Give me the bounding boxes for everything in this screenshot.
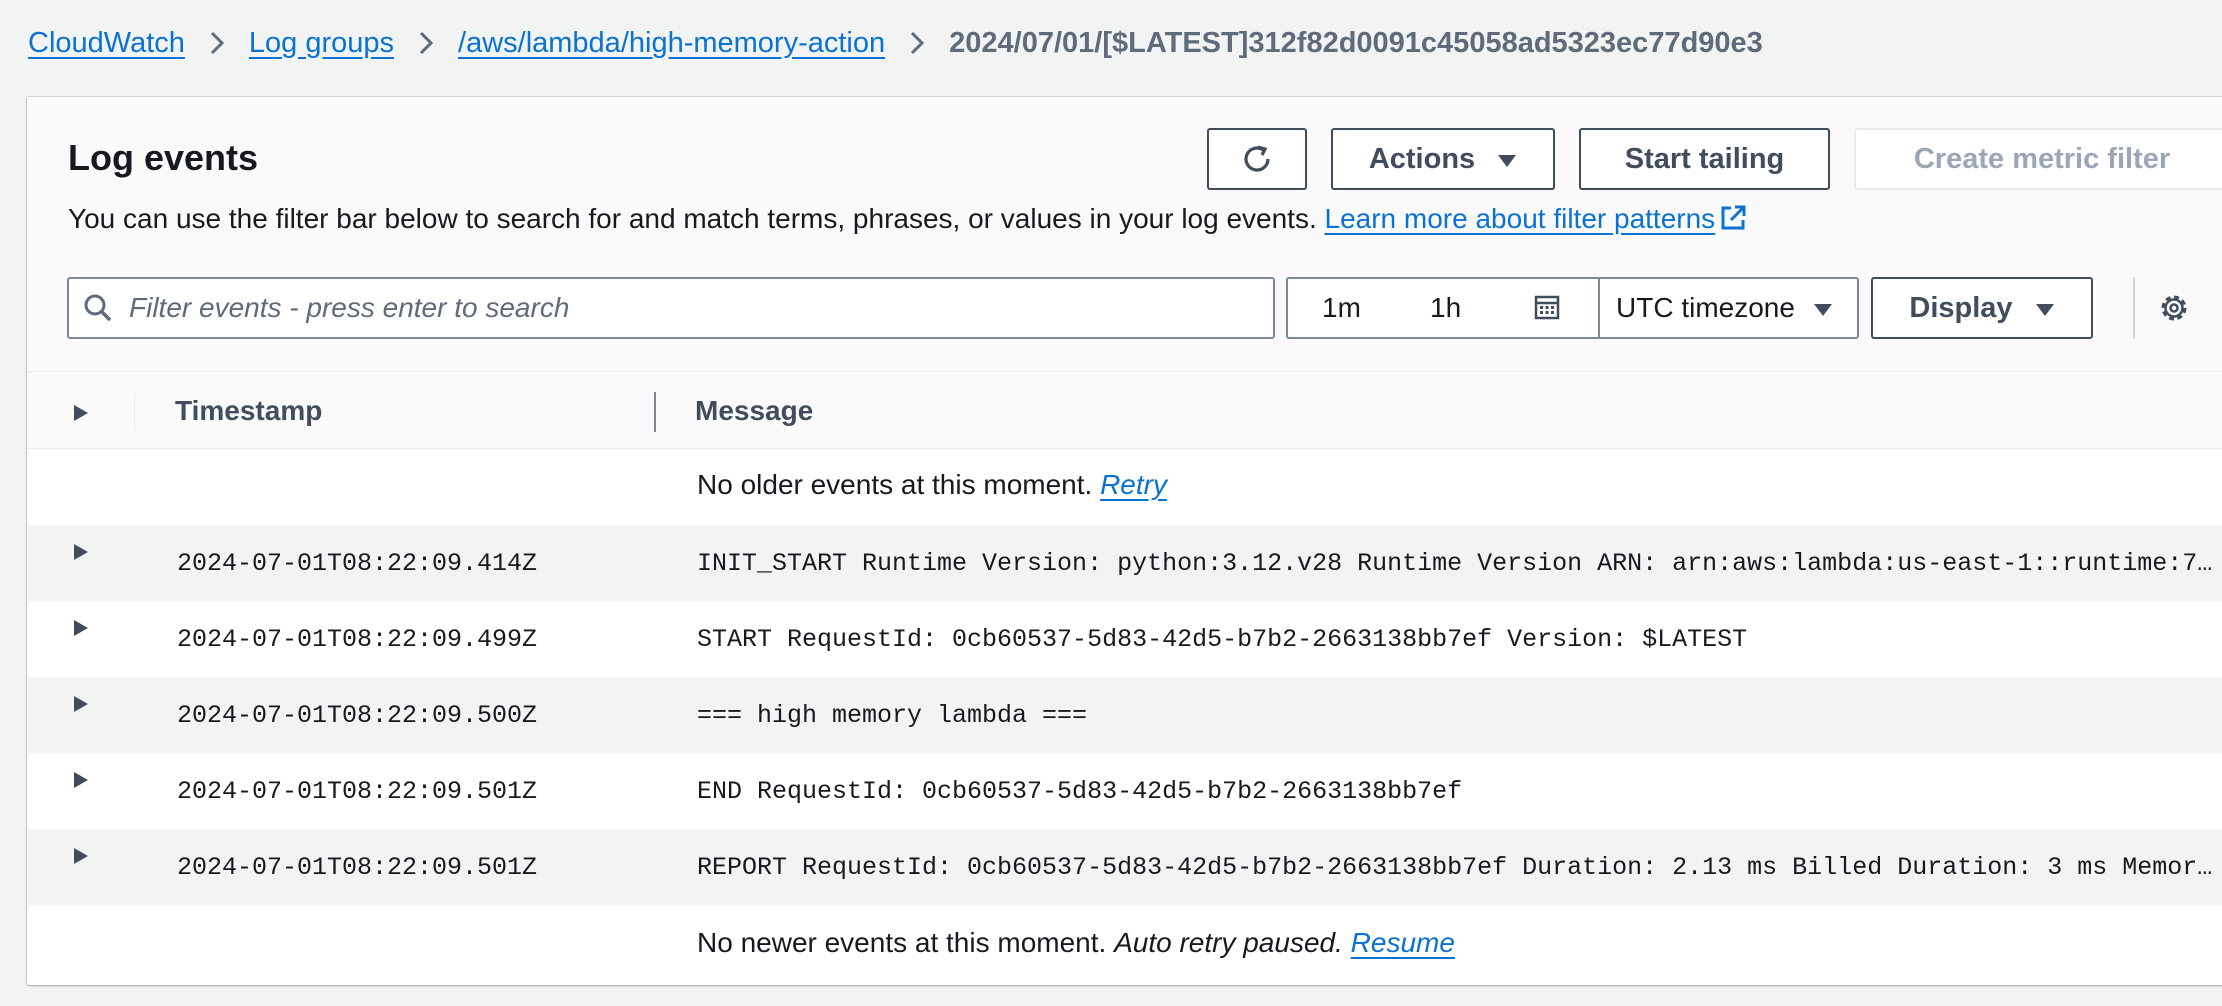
create-metric-filter-button: Create metric filter — [1854, 128, 2222, 190]
auto-retry-status: Auto retry paused. — [1114, 927, 1343, 958]
row-timestamp: 2024-07-01T08:22:09.499Z — [177, 625, 538, 654]
search-icon — [83, 293, 113, 323]
log-events-panel: Log events Actions Start tailing Create … — [27, 97, 2222, 985]
expand-row-icon[interactable] — [73, 695, 89, 713]
external-link-icon — [1719, 204, 1747, 239]
chevron-right-icon — [885, 30, 949, 56]
table-row[interactable]: 2024-07-01T08:22:09.499Z START RequestId… — [27, 601, 2222, 677]
table-row[interactable]: 2024-07-01T08:22:09.501Z REPORT RequestI… — [27, 829, 2222, 905]
search-input[interactable] — [127, 291, 1231, 325]
no-older-events-message: No older events at this moment. Retry — [697, 469, 1167, 501]
no-newer-events-row: No newer events at this moment. Auto ret… — [27, 907, 2222, 983]
caret-down-icon — [1497, 143, 1517, 176]
breadcrumb: CloudWatch Log groups /aws/lambda/high-m… — [28, 18, 1763, 68]
no-newer-events-text: No newer events at this moment. — [697, 927, 1107, 958]
row-message: REPORT RequestId: 0cb60537-5d83-42d5-b7b… — [697, 853, 2222, 882]
range-1h-option[interactable]: 1h — [1430, 292, 1461, 324]
row-message: END RequestId: 0cb60537-5d83-42d5-b7b2-2… — [697, 777, 1463, 806]
caret-down-icon — [2035, 292, 2055, 325]
breadcrumb-log-groups[interactable]: Log groups — [249, 27, 394, 60]
row-timestamp: 2024-07-01T08:22:09.501Z — [177, 853, 538, 882]
chevron-right-icon — [185, 30, 249, 56]
expand-row-icon[interactable] — [73, 543, 89, 561]
resume-link[interactable]: Resume — [1351, 927, 1455, 958]
row-message: START RequestId: 0cb60537-5d83-42d5-b7b2… — [697, 625, 1748, 654]
table-row[interactable]: 2024-07-01T08:22:09.501Z END RequestId: … — [27, 753, 2222, 829]
column-resize-handle[interactable] — [654, 392, 656, 432]
caret-down-icon — [1813, 292, 1833, 324]
calendar-icon[interactable] — [1533, 293, 1561, 321]
actions-dropdown-button[interactable]: Actions — [1331, 128, 1555, 190]
breadcrumb-current-log-stream: 2024/07/01/[$LATEST]312f82d0091c45058ad5… — [949, 26, 1763, 59]
toolbar-divider — [2133, 277, 2135, 339]
no-newer-events-message: No newer events at this moment. Auto ret… — [697, 927, 1455, 959]
time-range-selector: 1m 1h UTC timezone — [1286, 277, 1859, 339]
row-message: INIT_START Runtime Version: python:3.12.… — [697, 549, 2222, 578]
column-header-message[interactable]: Message — [695, 395, 813, 427]
search-input-wrapper — [67, 277, 1275, 339]
table-row[interactable]: 2024-07-01T08:22:09.500Z === high memory… — [27, 677, 2222, 753]
panel-header: Log events Actions Start tailing Create … — [27, 97, 2222, 372]
expand-row-icon[interactable] — [73, 847, 89, 865]
gear-icon[interactable] — [2157, 291, 2191, 325]
no-older-events-row: No older events at this moment. Retry — [27, 449, 2222, 525]
expand-row-icon[interactable] — [73, 771, 89, 789]
row-message: === high memory lambda === — [697, 701, 1088, 730]
chevron-right-icon — [394, 30, 458, 56]
learn-more-link[interactable]: Learn more about filter patterns — [1325, 203, 1748, 234]
column-header-timestamp[interactable]: Timestamp — [175, 395, 322, 427]
no-older-events-text: No older events at this moment. — [697, 469, 1093, 500]
start-tailing-button[interactable]: Start tailing — [1579, 128, 1830, 190]
page-title: Log events — [68, 137, 259, 178]
column-divider — [134, 394, 135, 430]
table-header: Timestamp Message — [27, 372, 2222, 449]
row-timestamp: 2024-07-01T08:22:09.414Z — [177, 549, 538, 578]
row-timestamp: 2024-07-01T08:22:09.501Z — [177, 777, 538, 806]
expand-row-icon[interactable] — [73, 619, 89, 637]
refresh-button[interactable] — [1207, 128, 1307, 190]
breadcrumb-log-group[interactable]: /aws/lambda/high-memory-action — [458, 27, 885, 60]
timezone-label: UTC timezone — [1616, 292, 1795, 323]
learn-more-label: Learn more about filter patterns — [1324, 203, 1716, 234]
timezone-dropdown[interactable]: UTC timezone — [1598, 279, 1859, 337]
actions-label: Actions — [1368, 142, 1476, 175]
display-dropdown-button[interactable]: Display — [1871, 277, 2093, 339]
row-timestamp: 2024-07-01T08:22:09.500Z — [177, 701, 538, 730]
refresh-icon — [1240, 142, 1274, 176]
description-text: You can use the filter bar below to sear… — [68, 203, 1317, 234]
expand-all-icon[interactable] — [73, 404, 89, 422]
range-1m-option[interactable]: 1m — [1322, 292, 1361, 324]
display-label: Display — [1909, 291, 2013, 324]
filter-description: You can use the filter bar below to sear… — [68, 203, 1747, 239]
retry-link[interactable]: Retry — [1100, 469, 1167, 500]
table-row[interactable]: 2024-07-01T08:22:09.414Z INIT_START Runt… — [27, 525, 2222, 601]
breadcrumb-cloudwatch[interactable]: CloudWatch — [28, 27, 185, 60]
